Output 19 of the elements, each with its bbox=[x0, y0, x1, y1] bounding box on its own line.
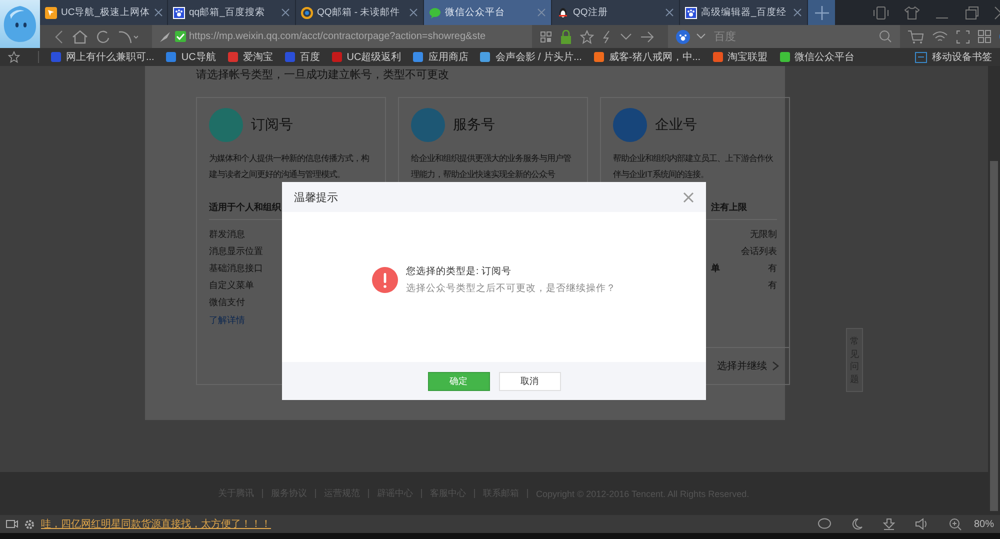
intro-text: 请选择帐号类型，一旦成功建立帐号，类型不可更改 bbox=[196, 69, 450, 82]
feature-value: 无限制 bbox=[750, 228, 777, 241]
card-description: 为媒体和个人提供一种新的信息传播方式，构建与读者之间更好的沟通与管理模式。 bbox=[209, 152, 370, 181]
feature-name: 基础消息接口 bbox=[209, 262, 263, 275]
card-description: 给企业和组织提供更强大的业务服务与用户管理能力，帮助企业快速实现全新的公众号 bbox=[411, 152, 572, 181]
card-title: 企业号 bbox=[655, 116, 697, 134]
feature-value: 有 bbox=[768, 279, 777, 292]
feature-name: 消息显示位置 bbox=[209, 245, 263, 258]
feature-name: 自定义菜单 bbox=[209, 279, 254, 292]
card-title: 服务号 bbox=[453, 116, 495, 134]
card-description: 帮助企业和组织内部建立员工、上下游合作伙伴与企业IT系统间的连接。 bbox=[613, 152, 774, 181]
feature-name: 微信支付 bbox=[209, 296, 245, 309]
feature-value: 有 bbox=[768, 262, 777, 275]
card-title: 订阅号 bbox=[251, 116, 293, 134]
dialog-heading: 您选择的类型是: 订阅号 bbox=[406, 265, 512, 278]
feature-name: 单 bbox=[710, 262, 720, 275]
dialog-message: 选择公众号类型之后不可更改，是否继续操作？ bbox=[406, 282, 616, 295]
feature-name: 群发消息 bbox=[209, 228, 245, 241]
feature-value: 会话列表 bbox=[741, 245, 777, 258]
